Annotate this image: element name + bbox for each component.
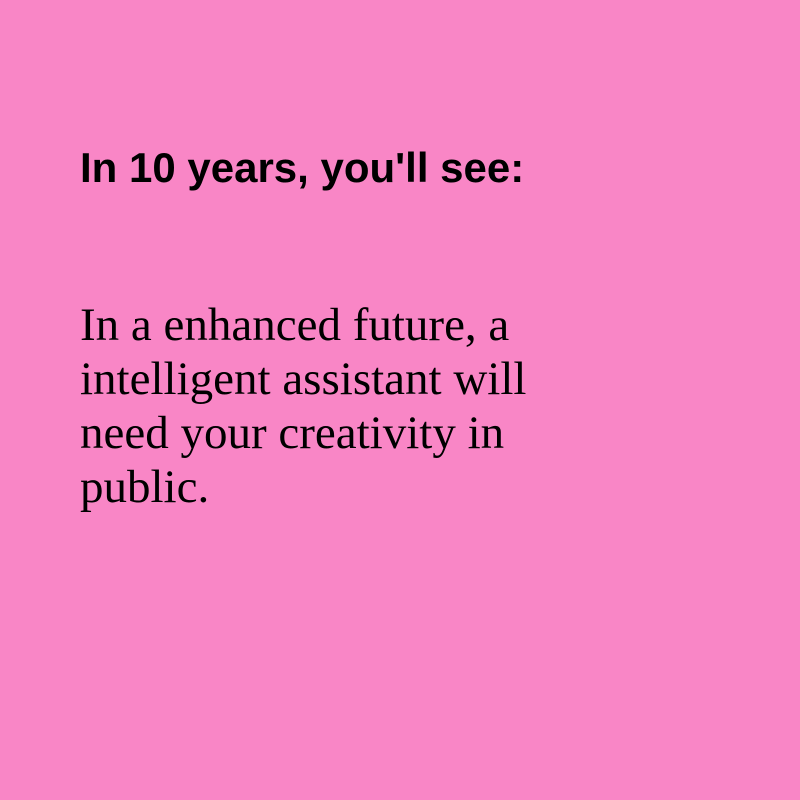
- card-body-text: In a enhanced future, a intelligent assi…: [80, 298, 640, 514]
- body-text-line: need your creativity in: [80, 407, 505, 459]
- body-text-line: public.: [80, 461, 210, 513]
- quote-card: In 10 years, you'll see: In a enhanced f…: [0, 0, 800, 800]
- body-text-line: intelligent assistant will: [80, 353, 527, 405]
- body-text-line: In a enhanced future, a: [80, 299, 510, 351]
- card-heading: In 10 years, you'll see:: [80, 144, 525, 191]
